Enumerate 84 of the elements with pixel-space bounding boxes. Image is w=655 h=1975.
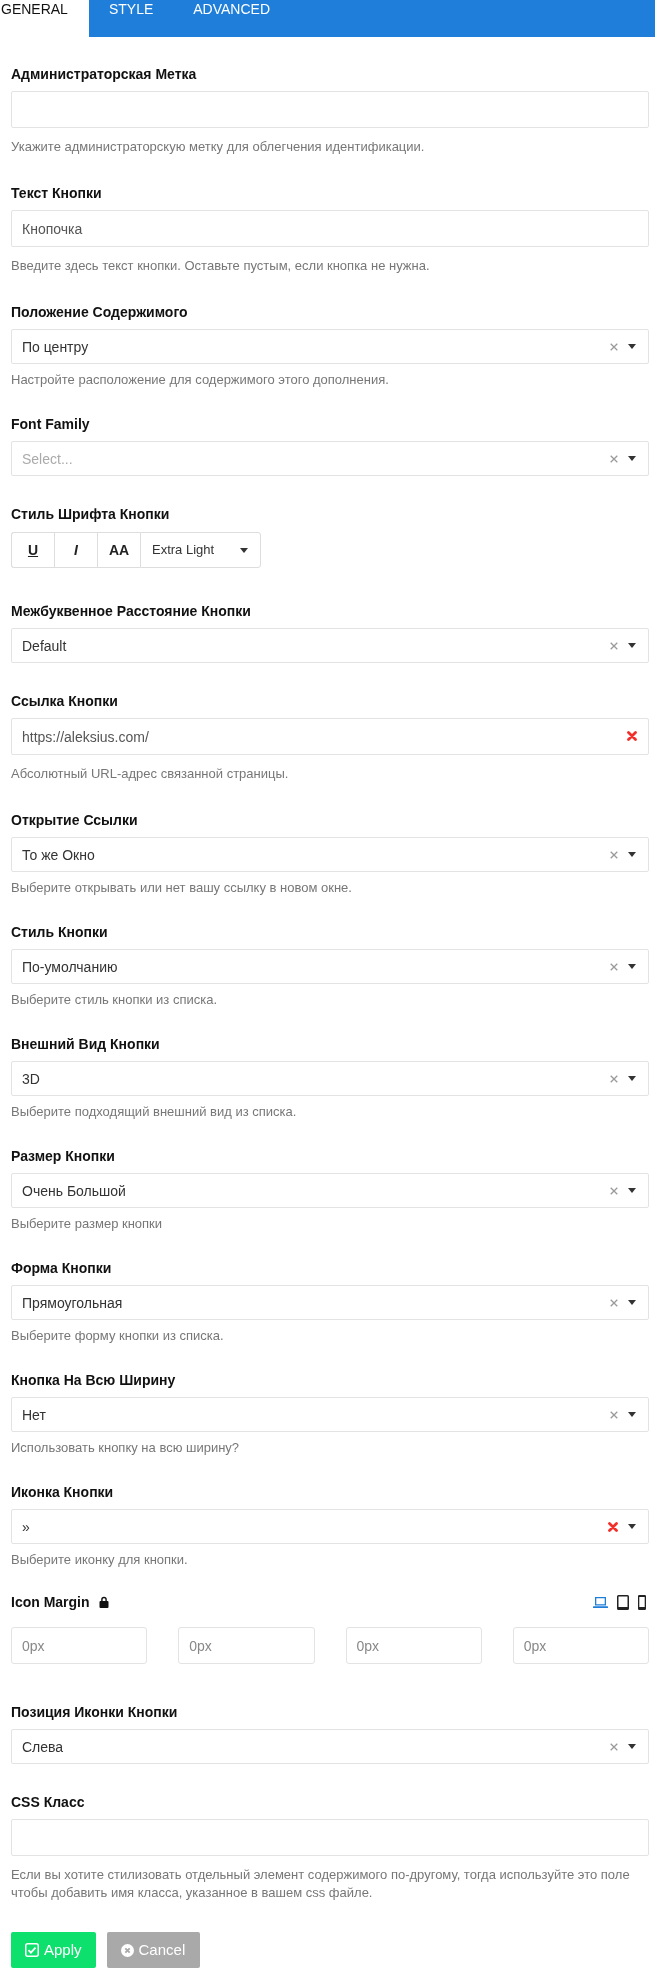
dropdown[interactable]: Очень Большой xyxy=(11,1173,649,1208)
help-text: Выберите размер кнопки xyxy=(11,1215,164,1233)
dropdown[interactable]: 3D xyxy=(11,1061,649,1096)
caret-down-icon xyxy=(628,456,636,461)
margin-input[interactable]: 0px xyxy=(11,1627,148,1664)
clear-icon[interactable] xyxy=(610,1298,618,1307)
clear-icon[interactable] xyxy=(610,962,618,971)
laptop-icon[interactable] xyxy=(593,1596,608,1608)
help-text: Абсолютный URL-адрес связанной страницы. xyxy=(11,765,290,783)
help-text: Выберите форму кнопки из списка. xyxy=(11,1327,225,1345)
margin-input[interactable]: 0px xyxy=(512,1627,649,1664)
help-text: Введите здесь текст кнопки. Оставьте пустым, если кнопка не нужна. xyxy=(11,257,431,275)
field-label: Позиция Иконки Кнопки xyxy=(11,1703,179,1722)
field-label: Форма Кнопки xyxy=(11,1259,113,1278)
dropdown[interactable]: То же Окно xyxy=(11,837,649,872)
help-text: Если вы хотите стилизовать отдельный элемент содержимого по-другому, тогда используйте это поле чтобы добавить имя класса, указанное в вашем css файле. xyxy=(11,1866,631,1902)
x-circle-icon xyxy=(120,1943,134,1957)
help-text: Выберите открывать или нет вашу ссылку в новом окне. xyxy=(11,879,353,897)
field-label: Иконка Кнопки xyxy=(11,1483,115,1502)
caret-down-icon xyxy=(628,1188,636,1193)
tablet-icon[interactable] xyxy=(617,1594,629,1610)
clear-icon[interactable] xyxy=(610,454,618,463)
tab[interactable]: STYLE xyxy=(88,0,174,37)
dropdown[interactable]: Default xyxy=(11,628,649,663)
dropdown[interactable]: Прямоугольная xyxy=(11,1285,649,1320)
field-label: Размер Кнопки xyxy=(11,1147,116,1166)
field-label: CSS Класс xyxy=(11,1793,86,1812)
field-label: Администраторская Метка xyxy=(11,65,198,84)
caret-down-icon xyxy=(628,1524,636,1529)
italic-button[interactable]: I xyxy=(54,532,97,568)
caret-down-icon xyxy=(628,964,636,969)
help-text: Выберите подходящий внешний вид из списка. xyxy=(11,1103,298,1121)
field-label: Положение Содержимого xyxy=(11,303,189,322)
text-field[interactable]: https://aleksius.com/ xyxy=(11,718,649,755)
font-weight-dropdown[interactable]: Extra Light xyxy=(140,532,261,568)
underline-button[interactable]: U xyxy=(11,532,54,568)
clear-icon[interactable] xyxy=(610,342,618,351)
text-field[interactable]: Кнопочка xyxy=(11,210,649,247)
field-label: Кнопка На Всю Ширину xyxy=(11,1371,177,1390)
help-text: Укажите администраторскую метку для облегчения идентификации. xyxy=(11,138,426,156)
field-label: Внешний Вид Кнопки xyxy=(11,1035,161,1054)
margin-input[interactable]: 0px xyxy=(345,1627,482,1664)
caret-down-icon xyxy=(240,547,248,553)
field-label: Ссылка Кнопки xyxy=(11,692,119,711)
dropdown[interactable]: По центру xyxy=(11,329,649,364)
phone-icon[interactable] xyxy=(638,1594,646,1610)
help-text: Настройте расположение для содержимого этого дополнения. xyxy=(11,371,390,389)
help-text: Выберите стиль кнопки из списка. xyxy=(11,991,219,1009)
clear-icon[interactable] xyxy=(610,850,618,859)
lock-icon[interactable] xyxy=(98,1596,109,1608)
clear-icon[interactable] xyxy=(610,641,618,650)
caret-down-icon xyxy=(628,1744,636,1749)
dropdown[interactable]: » xyxy=(11,1509,649,1544)
caret-down-icon xyxy=(628,1076,636,1081)
clear-icon[interactable] xyxy=(610,1186,618,1195)
check-square-icon xyxy=(25,1943,39,1957)
field-label: Стиль Шрифта Кнопки xyxy=(11,505,171,524)
caret-down-icon xyxy=(628,643,636,648)
field-label: Стиль Кнопки xyxy=(11,923,109,942)
field-label: Межбуквенное Расстояние Кнопки xyxy=(11,602,252,621)
tab[interactable]: ADVANCED xyxy=(173,0,291,37)
letter-case-button[interactable]: AA xyxy=(97,532,140,568)
field-label: Текст Кнопки xyxy=(11,184,103,203)
field-label: Открытие Ссылки xyxy=(11,811,139,830)
dropdown[interactable]: Слева xyxy=(11,1729,649,1764)
help-text: Использовать кнопку на всю ширину? xyxy=(11,1439,241,1457)
help-text: Выберите иконку для кнопки. xyxy=(11,1551,189,1569)
clear-icon[interactable] xyxy=(627,731,637,741)
caret-down-icon xyxy=(628,344,636,349)
clear-icon[interactable] xyxy=(610,1410,618,1419)
tab[interactable]: GENERAL xyxy=(0,0,89,37)
dropdown[interactable]: Нет xyxy=(11,1397,649,1432)
clear-icon[interactable] xyxy=(610,1742,618,1751)
margin-input[interactable]: 0px xyxy=(178,1627,315,1664)
clear-icon[interactable] xyxy=(610,1074,618,1083)
field-label: Font Family xyxy=(11,415,91,434)
caret-down-icon xyxy=(628,1412,636,1417)
text-field[interactable] xyxy=(11,1819,649,1856)
field-label: Icon Margin xyxy=(11,1593,90,1612)
caret-down-icon xyxy=(628,852,636,857)
text-field[interactable] xyxy=(11,91,649,128)
clear-icon[interactable] xyxy=(608,1521,618,1532)
dropdown[interactable]: По-умолчанию xyxy=(11,949,649,984)
caret-down-icon xyxy=(628,1300,636,1305)
